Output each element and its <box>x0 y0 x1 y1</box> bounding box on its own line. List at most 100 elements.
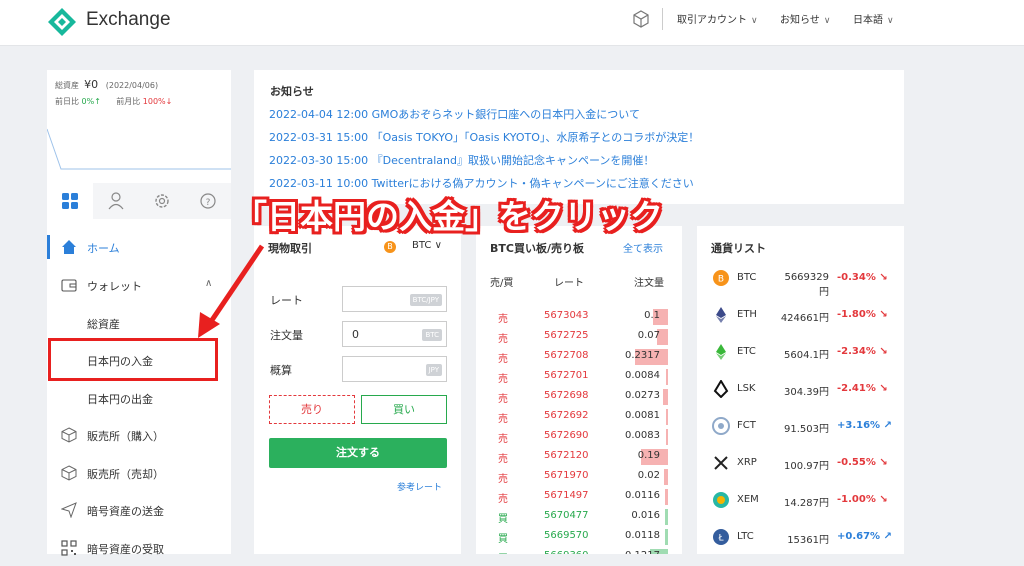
order-book-row[interactable]: 売 5671497 0.0116 <box>476 487 682 507</box>
notice-link[interactable]: 2022-03-30 15:00 『Decentraland』取扱い開始記念キャ… <box>269 152 654 168</box>
exchange-logo-icon[interactable] <box>46 6 78 38</box>
currency-price: 5669329円 <box>784 272 829 298</box>
currency-row[interactable]: B BTC 5669329円 -0.34% ↘ <box>697 262 904 298</box>
sell-button[interactable]: 売り <box>269 395 355 424</box>
send-icon <box>61 502 77 518</box>
news-menu[interactable]: お知らせ ∨ <box>780 11 830 26</box>
order-title: 現物取引 <box>268 242 312 255</box>
notice-link[interactable]: 2022-04-04 12:00 GMOあおぞらネット銀行口座への日本円入金につ… <box>269 106 640 122</box>
order-book-row[interactable]: 売 5671970 0.02 <box>476 467 682 487</box>
order-side: 売 <box>498 414 508 425</box>
order-price: 5672698 <box>544 390 589 401</box>
btc-icon: B <box>384 241 396 253</box>
sidebar-item-shop-sell[interactable]: 販売所（売却） <box>47 455 231 491</box>
currency-symbol: ETH <box>737 309 757 320</box>
currency-change: -1.80% ↘ <box>837 309 888 320</box>
order-qty: 0.0081 <box>625 410 660 421</box>
order-book-row[interactable]: 買 5669570 0.0118 <box>476 527 682 547</box>
currency-row[interactable]: XRP 100.97円 -0.55% ↘ <box>697 447 904 483</box>
col-side-header: 売/買 <box>490 278 514 289</box>
account-menu[interactable]: 取引アカウント ∨ <box>677 11 758 26</box>
notice-title: お知らせ <box>270 85 314 98</box>
currency-row[interactable]: Ł LTC 15361円 +0.67% ↗ <box>697 521 904 554</box>
order-side: 売 <box>498 474 508 485</box>
estimate-unit-badge: JPY <box>425 364 442 376</box>
order-qty: 0.0273 <box>625 390 660 401</box>
notice-link[interactable]: 2022-03-11 10:00 Twitterにおける偽アカウント・偽キャンペ… <box>269 175 694 191</box>
top-header: Exchange 取引アカウント ∨ お知らせ ∨ 日本語 ∨ <box>0 0 1024 46</box>
cube-icon[interactable] <box>632 10 650 28</box>
svg-text:?: ? <box>206 198 211 208</box>
active-indicator <box>47 235 50 259</box>
tab-help[interactable]: ? <box>185 183 231 219</box>
trend-arrow-icon: ↘ <box>879 346 888 357</box>
order-book-row[interactable]: 売 5672708 0.2317 <box>476 347 682 367</box>
rate-unit-badge: BTC/JPY <box>409 294 442 306</box>
order-price: 5671497 <box>544 490 589 501</box>
change-value: -1.80% <box>837 309 876 320</box>
order-price: 5672120 <box>544 450 589 461</box>
tab-profile[interactable] <box>93 183 139 219</box>
instruction-annotation: 「日本円の入金」をクリック <box>234 197 663 236</box>
tab-dashboard[interactable] <box>47 183 93 219</box>
language-menu[interactable]: 日本語 ∨ <box>853 11 894 26</box>
order-price: 5673043 <box>544 310 589 321</box>
depth-bar <box>666 409 668 425</box>
highlight-box <box>48 338 218 381</box>
order-book-row[interactable]: 売 5672701 0.0084 <box>476 367 682 387</box>
order-book-row[interactable]: 買 5669360 0.1217 <box>476 547 682 554</box>
order-book-row[interactable]: 売 5673043 0.1 <box>476 307 682 327</box>
currency-row[interactable]: ETH 424661円 -1.80% ↘ <box>697 299 904 335</box>
currency-change: -2.34% ↘ <box>837 346 888 357</box>
reference-rate-link[interactable]: 参考レート <box>397 480 442 493</box>
tab-settings[interactable] <box>139 183 185 219</box>
buy-button[interactable]: 買い <box>361 395 447 424</box>
currency-symbol: XEM <box>737 494 759 505</box>
order-book-row[interactable]: 売 5672690 0.0083 <box>476 427 682 447</box>
logo-text[interactable]: Exchange <box>86 9 171 31</box>
order-side: 売 <box>498 394 508 405</box>
currency-row[interactable]: FCT 91.503円 +3.16% ↗ <box>697 410 904 446</box>
sidebar-item-shop-buy[interactable]: 販売所（購入） <box>47 417 231 453</box>
show-all-link[interactable]: 全て表示 <box>623 240 663 255</box>
submit-order-button[interactable]: 注文する <box>269 438 447 468</box>
qty-unit-badge: BTC <box>422 329 442 341</box>
order-side: 買 <box>498 514 508 525</box>
news-menu-label: お知らせ <box>780 15 820 26</box>
order-qty: 0.2317 <box>625 350 660 361</box>
currency-row[interactable]: ETC 5604.1円 -2.34% ↘ <box>697 336 904 372</box>
order-book-row[interactable]: 買 5670477 0.016 <box>476 507 682 527</box>
order-book-row[interactable]: 売 5672692 0.0081 <box>476 407 682 427</box>
col-qty-header: 注文量 <box>634 278 664 289</box>
xrp-icon <box>714 456 728 470</box>
sidebar-item-crypto-receive[interactable]: 暗号資産の受取 <box>47 530 231 566</box>
sidebar-item-crypto-send[interactable]: 暗号資産の送金 <box>47 492 231 528</box>
coin-select[interactable]: BTC ∨ <box>412 240 442 251</box>
order-book-row[interactable]: 売 5672698 0.0273 <box>476 387 682 407</box>
order-qty: 0.19 <box>637 450 660 461</box>
order-book-row[interactable]: 売 5672120 0.19 <box>476 447 682 467</box>
depth-bar <box>665 489 668 505</box>
sidebar-item-label: ホーム <box>87 242 120 255</box>
eth-icon <box>716 307 726 323</box>
change-value: -1.00% <box>837 494 876 505</box>
chevron-down-icon: ∨ <box>434 240 442 251</box>
notice-panel: お知らせ 2022-04-04 12:00 GMOあおぞらネット銀行口座への日本… <box>254 70 904 204</box>
order-side: 買 <box>498 550 508 554</box>
order-side: 売 <box>498 454 508 465</box>
estimate-field[interactable]: JPY <box>342 356 447 382</box>
order-book-title: BTC買い板/売り板 <box>490 242 584 255</box>
spot-trade-panel: 現物取引 B BTC ∨ レート BTC/JPY 注文量 0 BTC 概算 JP… <box>254 226 461 554</box>
order-book-row[interactable]: 売 5672725 0.07 <box>476 327 682 347</box>
order-price: 5672690 <box>544 430 589 441</box>
notice-link[interactable]: 2022-03-31 15:00 「Oasis TOKYO」「Oasis KYO… <box>269 129 699 145</box>
qty-field[interactable]: 0 BTC <box>342 321 447 347</box>
currency-row[interactable]: LSK 304.39円 -2.41% ↘ <box>697 373 904 409</box>
currency-list-title: 通貨リスト <box>711 242 766 255</box>
ltc-icon: Ł <box>713 529 729 545</box>
sidebar-item-jpy-withdraw[interactable]: 日本円の出金 <box>47 380 231 416</box>
currency-price: 5604.1円 <box>784 350 829 361</box>
currency-row[interactable]: XEM 14.287円 -1.00% ↘ <box>697 484 904 520</box>
rate-field[interactable]: BTC/JPY <box>342 286 447 312</box>
order-price: 5672725 <box>544 330 589 341</box>
